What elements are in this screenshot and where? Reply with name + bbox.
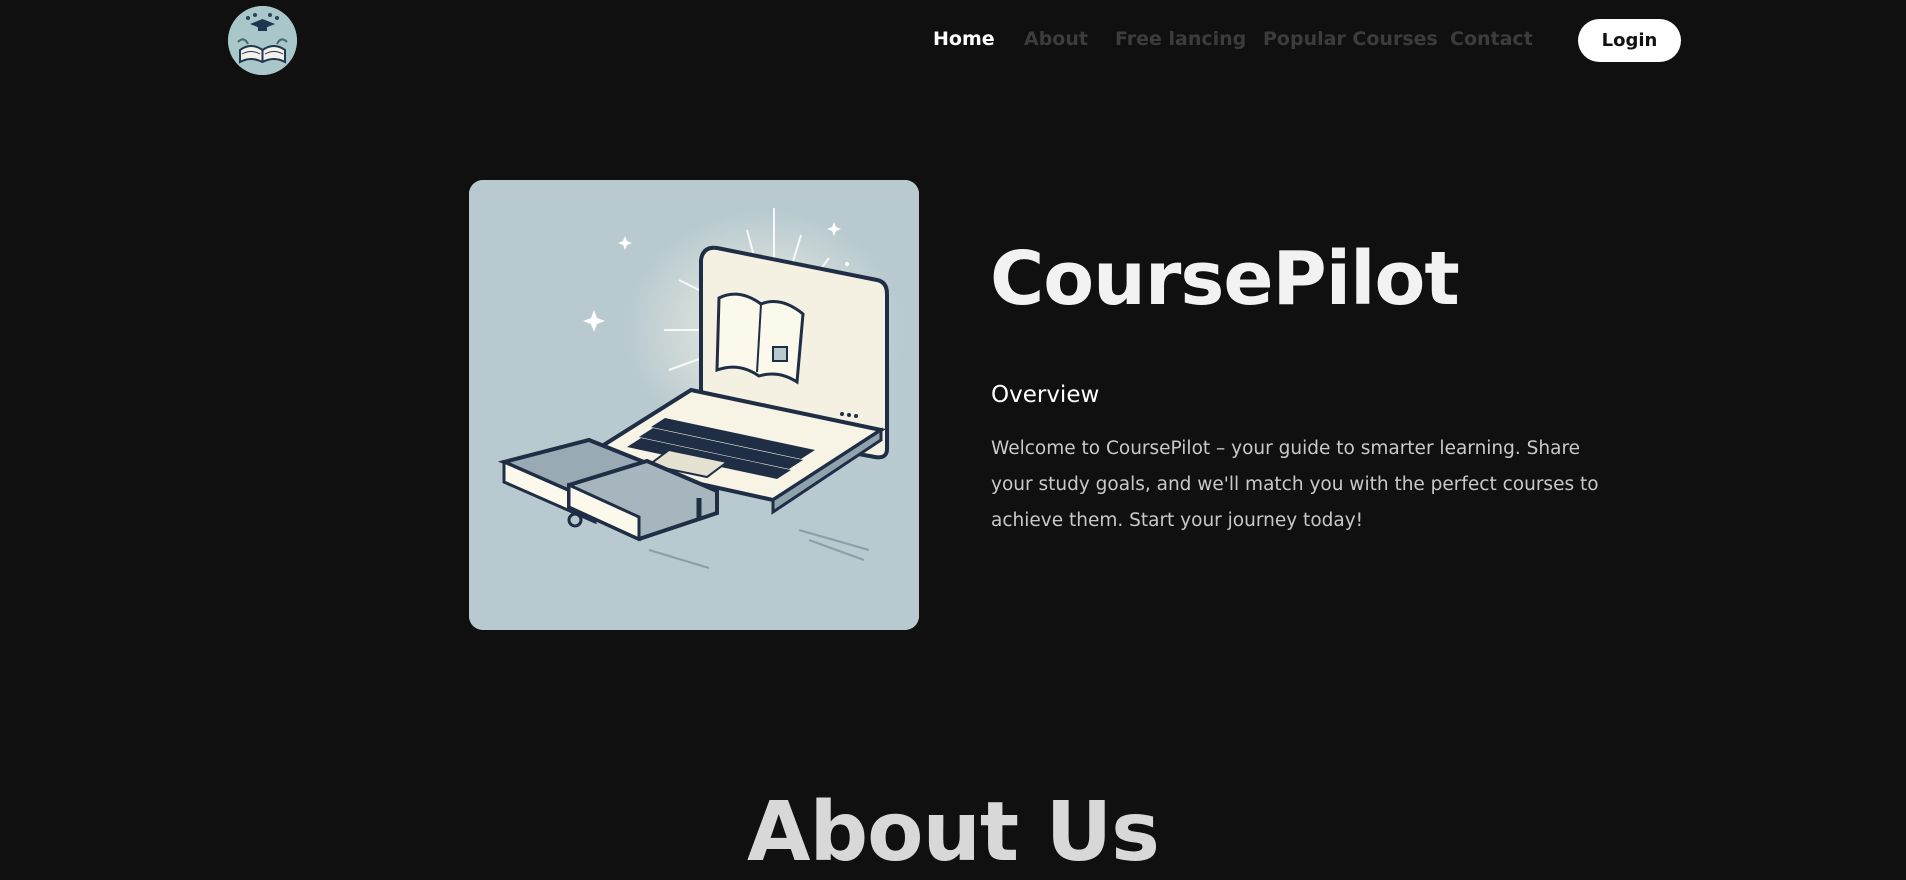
hero-subtitle: Overview (991, 382, 1100, 408)
hero-title: CoursePilot (990, 236, 1460, 322)
hero-description: Welcome to CoursePilot – your guide to s… (991, 438, 1599, 531)
nav-home[interactable]: Home (933, 28, 995, 52)
nav-freelancing[interactable]: Free lancing (1115, 28, 1246, 52)
hero-illustration (469, 180, 919, 630)
nav-popular-courses[interactable]: Popular Courses (1263, 28, 1438, 52)
book-graduation-logo-icon (228, 6, 297, 75)
laptop-book-illustration-icon (469, 180, 919, 630)
site-logo[interactable] (228, 6, 297, 75)
nav-contact[interactable]: Contact (1450, 28, 1533, 52)
about-heading: About Us (746, 785, 1160, 880)
login-button[interactable]: Login (1578, 19, 1681, 62)
nav-about[interactable]: About (1024, 28, 1088, 52)
